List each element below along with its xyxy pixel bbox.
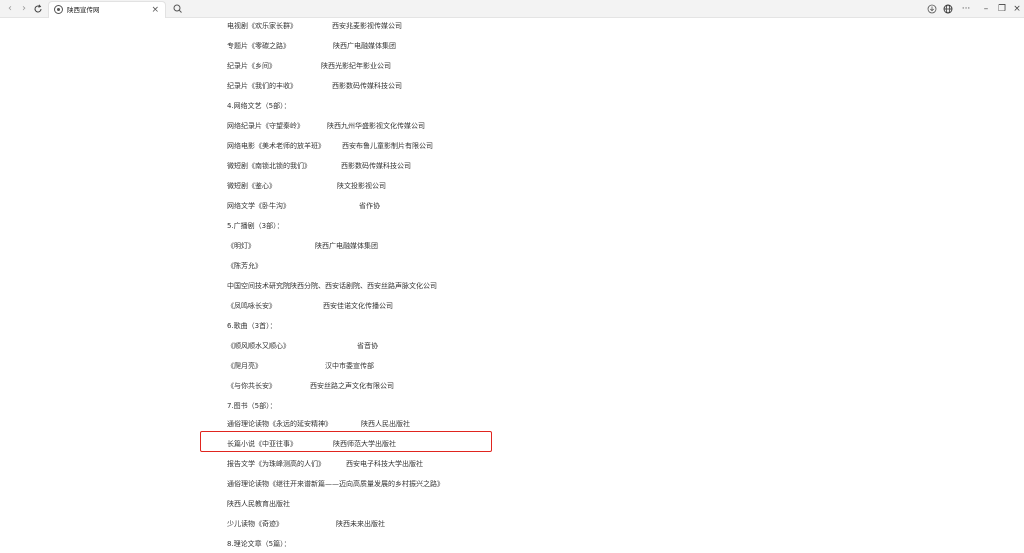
list-item: 《顺风顺水又顺心》 省音协 (227, 342, 378, 350)
list-item: 通俗理论读物《永远的延安精神》 陕西人民出版社 (227, 420, 410, 428)
list-item: 《凤鸣咏长安》 西安佳诺文化传播公司 (227, 302, 393, 310)
list-item: 电视剧《欢乐家长群》 西安兆麦影视传媒公司 (227, 22, 402, 30)
forward-arrow-icon[interactable]: › (17, 2, 31, 16)
restore-button[interactable]: ❐ (995, 2, 1009, 16)
refresh-icon[interactable] (31, 2, 45, 16)
list-item: 《陈芳允》 (227, 262, 262, 270)
browser-tab[interactable]: 陕西宣传网 × (48, 1, 166, 18)
highlight-box (200, 431, 492, 452)
minimize-button[interactable]: – (979, 2, 993, 16)
list-item: 陕西人民教育出版社 (227, 500, 290, 508)
list-item: 中国空间技术研究院陕西分院、西安话剧院、西安丝路声脉文化公司 (227, 282, 437, 290)
list-item: 《与你共长安》 西安丝路之声文化有限公司 (227, 382, 394, 390)
site-favicon-icon (54, 5, 63, 14)
close-window-button[interactable]: × (1010, 2, 1024, 16)
list-item: 网络文学《卧牛沟》 省作协 (227, 202, 380, 210)
browser-toolbar: ‹ › 陕西宣传网 × ··· – ❐ × (0, 0, 1024, 18)
list-item: 报告文学《为珠峰测高的人们》 西安电子科技大学出版社 (227, 460, 423, 468)
list-item: 微短剧《鉴心》 陕文投影视公司 (227, 182, 386, 190)
download-icon[interactable] (925, 2, 939, 16)
section-heading: 7.图书（5部）： (227, 402, 277, 410)
list-item: 专题片《零碳之路》 陕西广电融媒体集团 (227, 42, 396, 50)
section-heading: 8.理论文章（5篇）： (227, 540, 291, 548)
list-item: 通俗理论读物《继往开来谱新篇——迈向高质量发展的乡村振兴之路》 (227, 480, 444, 488)
section-heading: 4.网络文艺（5部）： (227, 102, 291, 110)
list-item: 纪录片《我们的丰收》 西影数码传媒科技公司 (227, 82, 402, 90)
section-heading: 6.歌曲（3首）： (227, 322, 277, 330)
article-content: 电视剧《欢乐家长群》 西安兆麦影视传媒公司 专题片《零碳之路》 陕西广电融媒体集团 … (0, 18, 1024, 553)
list-item: 《爬月亮》 汉中市委宣传部 (227, 362, 374, 370)
list-item: 少儿读物《奇迹》 陕西未来出版社 (227, 520, 385, 528)
search-icon[interactable] (172, 2, 184, 16)
tab-close-icon[interactable]: × (151, 4, 159, 16)
list-item: 《明灯》 陕西广电融媒体集团 (227, 242, 378, 250)
list-item: 网络纪录片《守望秦岭》 陕西九州华盛影视文化传媒公司 (227, 122, 425, 130)
list-item: 微短剧《南锁北锁的我们》 西影数码传媒科技公司 (227, 162, 411, 170)
back-arrow-icon[interactable]: ‹ (3, 2, 17, 16)
tab-title: 陕西宣传网 (67, 6, 100, 14)
more-menu-button[interactable]: ··· (959, 2, 973, 16)
globe-icon[interactable] (941, 2, 955, 16)
section-heading: 5.广播剧（3部）： (227, 222, 284, 230)
list-item: 纪录片《乡间》 陕西光影纪年影业公司 (227, 62, 391, 70)
list-item: 网络电影《美术老师的放羊班》 西安布鲁儿童影制片有限公司 (227, 142, 433, 150)
